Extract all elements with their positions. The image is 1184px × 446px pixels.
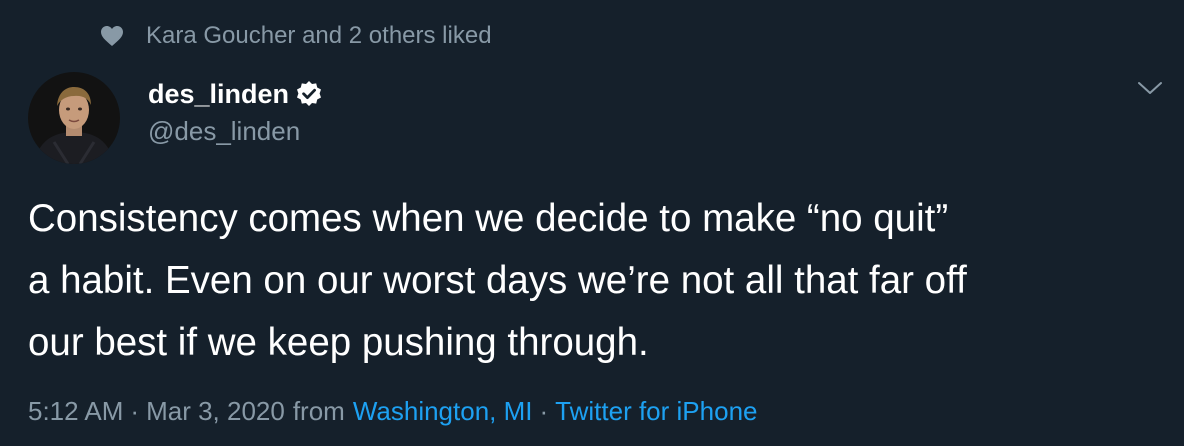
author-handle[interactable]: @des_linden [148,116,300,147]
from-label: from [292,395,345,426]
tweet-time[interactable]: 5:12 AM [28,396,123,427]
location-link[interactable]: Washington, MI [353,396,533,427]
chevron-down-icon[interactable] [1136,78,1164,98]
meta-separator: · [130,395,140,426]
verified-badge-icon [294,79,324,109]
tweet-text: Consistency comes when we decide to make… [28,188,1168,374]
social-context-text: Kara Goucher and 2 others liked [146,22,492,49]
heart-icon [100,24,126,48]
tweet-text-line: our best if we keep pushing through. [28,321,649,364]
meta-separator: · [539,395,549,426]
tweet-text-line: Consistency comes when we decide to make… [28,197,949,240]
author-display-name[interactable]: des_linden [148,79,289,110]
tweet-meta: 5:12 AM · Mar 3, 2020 from Washington, M… [28,394,757,428]
source-link[interactable]: Twitter for iPhone [555,396,757,427]
tweet-date[interactable]: Mar 3, 2020 [146,396,285,427]
social-context: Kara Goucher and 2 others liked [100,20,492,52]
tweet-text-line: a habit. Even on our worst days we’re no… [28,259,967,302]
avatar[interactable] [28,72,120,164]
author-name-row[interactable]: des_linden [148,76,324,112]
